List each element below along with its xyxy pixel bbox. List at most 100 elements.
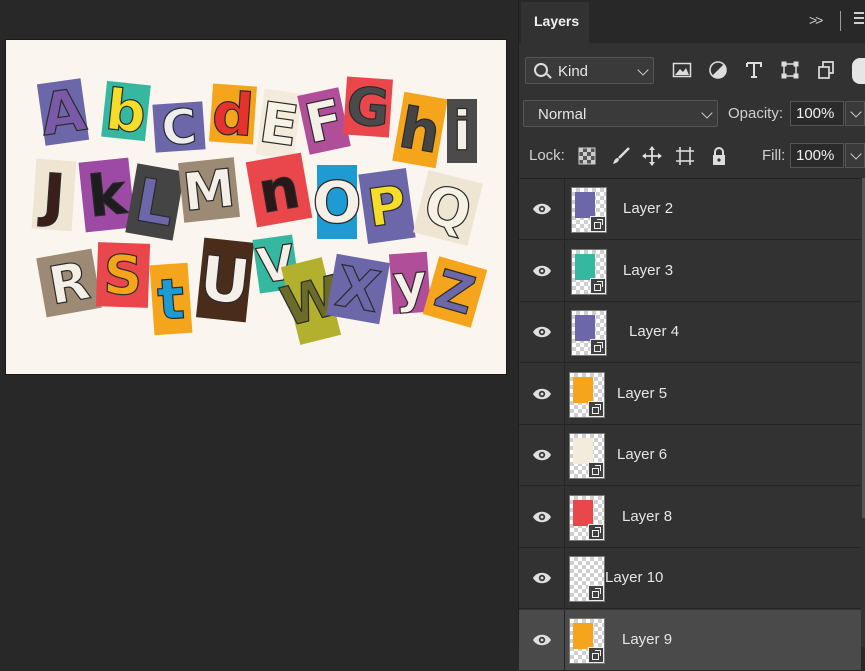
letter-cutout-g[interactable]: G — [343, 76, 393, 140]
visibility-eye-icon[interactable] — [532, 571, 552, 585]
letter-cutout-y[interactable]: y — [388, 251, 432, 316]
letter-glyph: F — [299, 87, 348, 156]
layer-name[interactable]: Layer 6 — [617, 446, 667, 463]
layer-thumbnail[interactable] — [569, 371, 605, 418]
thumbnail-letter-swatch — [575, 192, 595, 218]
letter-glyph: y — [391, 253, 429, 315]
lock-row: Lock: Fill: 100% — [519, 140, 865, 172]
opacity-input[interactable]: 100% — [790, 101, 844, 126]
visibility-eye-icon[interactable] — [532, 633, 552, 647]
layer-row[interactable]: Layer 10 — [519, 548, 861, 609]
letter-cutout-j[interactable]: J — [31, 158, 77, 232]
letter-cutout-t[interactable]: t — [149, 262, 193, 336]
filter-kind-dropdown[interactable]: Kind — [525, 57, 654, 84]
opacity-dropdown-button[interactable] — [845, 101, 865, 126]
panel-menu-icon[interactable] — [854, 12, 865, 27]
layer-row[interactable]: Layer 2 — [519, 179, 861, 240]
letter-cutout-m[interactable]: M — [178, 157, 240, 224]
layer-thumbnail[interactable] — [571, 310, 607, 356]
visibility-column-divider — [564, 609, 565, 671]
layer-name[interactable]: Layer 5 — [617, 385, 667, 402]
letter-cutout-i[interactable]: i — [447, 99, 477, 163]
thumbnail-letter-swatch — [575, 253, 595, 280]
blend-row: Normal Opacity: 100% — [519, 98, 865, 130]
document-canvas[interactable]: AbCdEFGhiJkLMnOPQRStUVWXyZ — [6, 40, 506, 374]
layer-row[interactable]: Layer 3 — [519, 240, 861, 302]
letter-cutout-b[interactable]: b — [101, 77, 152, 147]
visibility-eye-icon[interactable] — [532, 448, 552, 462]
search-icon — [534, 63, 548, 77]
lock-image-pixels-icon[interactable] — [611, 146, 631, 166]
visibility-eye-icon[interactable] — [532, 264, 552, 278]
letter-cutout-r[interactable]: R — [36, 248, 102, 319]
letter-cutout-k[interactable]: k — [78, 157, 136, 233]
smart-object-badge-icon — [588, 462, 604, 478]
layer-thumbnail[interactable] — [571, 187, 607, 233]
layer-thumbnail[interactable] — [569, 433, 605, 479]
smart-object-badge-icon — [588, 585, 604, 601]
layer-row[interactable]: Layer 9 — [519, 609, 861, 671]
smart-object-filter-icon[interactable] — [816, 60, 836, 80]
pixel-filter-icon[interactable] — [672, 60, 692, 80]
layer-name[interactable]: Layer 8 — [622, 508, 672, 525]
letter-cutout-s[interactable]: S — [95, 242, 151, 308]
letter-cutout-a[interactable]: A — [35, 75, 90, 150]
visibility-column-divider — [564, 425, 565, 486]
letter-cutout-c[interactable]: C — [152, 98, 206, 158]
letter-cutout-o[interactable]: O — [312, 165, 362, 239]
layer-name[interactable]: Layer 2 — [623, 200, 673, 217]
letter-glyph: G — [345, 77, 392, 140]
letter-cutout-n[interactable]: n — [245, 152, 313, 228]
layer-thumbnail[interactable] — [571, 248, 607, 295]
visibility-eye-icon[interactable] — [532, 387, 552, 401]
letter-cutout-u[interactable]: U — [196, 237, 254, 323]
layer-row[interactable]: Layer 4 — [519, 302, 861, 363]
layer-row[interactable]: Layer 6 — [519, 425, 861, 486]
fill-input[interactable]: 100% — [790, 143, 844, 168]
shape-filter-icon[interactable] — [780, 60, 800, 80]
layer-thumbnail[interactable] — [569, 617, 605, 664]
letter-cutout-q[interactable]: Q — [413, 170, 483, 246]
smart-object-badge-icon — [590, 216, 606, 232]
letter-cutout-e[interactable]: E — [255, 88, 303, 161]
letter-glyph: U — [196, 241, 254, 319]
collapse-panel-icon[interactable]: >> — [809, 12, 823, 28]
letter-cutout-h[interactable]: h — [392, 91, 448, 169]
letter-cutout-f[interactable]: F — [297, 86, 351, 157]
letter-cutout-d[interactable]: d — [209, 78, 258, 150]
smart-object-badge-icon — [588, 400, 604, 417]
blend-mode-label: Normal — [538, 106, 587, 123]
visibility-eye-icon[interactable] — [532, 510, 552, 524]
layer-name[interactable]: Layer 3 — [623, 262, 673, 279]
layer-name[interactable]: Layer 4 — [629, 323, 679, 340]
type-filter-icon[interactable] — [744, 60, 764, 80]
letter-glyph: M — [180, 159, 238, 224]
layer-name[interactable]: Layer 9 — [622, 631, 672, 648]
visibility-column-divider — [564, 486, 565, 548]
fill-dropdown-button[interactable] — [845, 143, 865, 168]
lock-position-icon[interactable] — [642, 146, 662, 166]
letter-cutout-z[interactable]: Z — [422, 256, 488, 329]
visibility-column-divider — [564, 240, 565, 302]
letter-cutout-p[interactable]: P — [358, 168, 416, 244]
letter-glyph: b — [103, 78, 150, 147]
letter-cutout-l[interactable]: L — [125, 163, 185, 241]
lock-artboard-icon[interactable] — [675, 146, 695, 166]
blend-mode-dropdown[interactable]: Normal — [523, 100, 718, 127]
layer-name[interactable]: Layer 10 — [605, 569, 663, 586]
letter-cutout-x[interactable]: X — [326, 253, 390, 326]
lock-transparent-pixels-icon[interactable] — [577, 146, 597, 166]
layer-thumbnail[interactable] — [569, 556, 605, 602]
filter-kind-label: Kind — [558, 63, 589, 80]
layers-tab[interactable]: Layers — [521, 2, 589, 43]
visibility-eye-icon[interactable] — [532, 325, 552, 339]
adjustment-filter-icon[interactable] — [708, 60, 728, 80]
letter-glyph: t — [155, 267, 186, 334]
layer-row[interactable]: Layer 5 — [519, 363, 861, 425]
visibility-column-divider — [564, 363, 565, 425]
layer-row[interactable]: Layer 8 — [519, 486, 861, 548]
visibility-eye-icon[interactable] — [532, 202, 552, 216]
filter-toggle-switch[interactable] — [852, 58, 865, 84]
layer-thumbnail[interactable] — [569, 494, 605, 541]
lock-all-icon[interactable] — [709, 146, 729, 166]
